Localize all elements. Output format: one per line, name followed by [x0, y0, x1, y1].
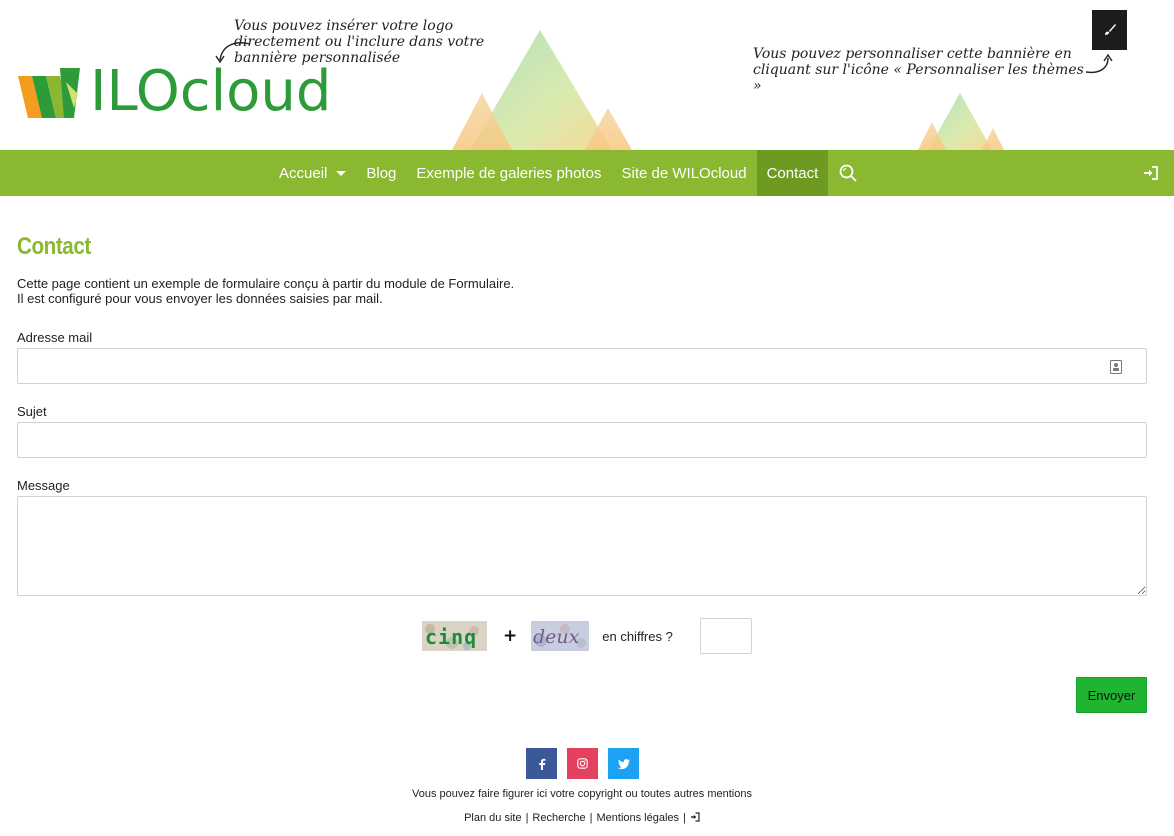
nav-item-site-wilocloud[interactable]: Site de WILOcloud — [612, 150, 757, 196]
footer-separator: | — [589, 812, 593, 824]
nav-item-label: Exemple de galeries photos — [416, 164, 602, 182]
captcha-word: cinq — [425, 625, 477, 649]
intro-line: Cette page contient un exemple de formul… — [17, 276, 515, 291]
nav-item-label: Contact — [766, 164, 819, 182]
captcha-plus: + — [503, 626, 518, 646]
captcha-word: deux — [533, 626, 580, 648]
intro-text: Cette page contient un exemple de formul… — [17, 276, 514, 306]
site-logo[interactable]: ILOcloud — [16, 62, 331, 122]
arrow-icon — [215, 42, 251, 64]
nav-item-contact[interactable]: Contact — [756, 150, 829, 196]
social-links — [526, 748, 639, 779]
captcha-image-1: cinq — [422, 621, 487, 651]
caret-down-icon — [336, 170, 347, 176]
logo-w-mark — [18, 68, 80, 118]
intro-line: Il est configuré pour vous envoyer les d… — [17, 291, 383, 306]
instagram-button[interactable] — [567, 748, 598, 779]
logo-text: ILOcloud — [90, 59, 332, 124]
footer-links: Plan du site | Recherche | Mentions légales | — [0, 812, 1164, 824]
footer-link-recherche[interactable]: Recherche — [532, 812, 585, 824]
twitter-button[interactable] — [608, 748, 639, 779]
nav-item-label: Accueil — [279, 164, 328, 182]
twitter-icon — [617, 758, 630, 769]
customize-themes-button[interactable] — [1092, 10, 1127, 50]
captcha-answer-input[interactable] — [700, 618, 752, 654]
nav-item-label: Blog — [366, 164, 397, 182]
nav-item-accueil[interactable]: Accueil — [269, 150, 356, 196]
main-navigation: Accueil Blog Exemple de galeries photos … — [0, 150, 1174, 196]
footer-separator: | — [525, 812, 529, 824]
captcha-image-2: deux — [531, 621, 590, 651]
page-title: Contact — [17, 233, 91, 260]
banner-hint-text: Vous pouvez personnaliser cette bannière… — [753, 46, 1084, 94]
captcha-question: en chiffres ? — [602, 628, 673, 644]
subject-field[interactable] — [17, 422, 1147, 458]
captcha: cinq + deux en chiffres ? — [422, 618, 673, 654]
footer-separator: | — [683, 812, 686, 824]
logo-hint-text: Vous pouvez insérer votre logo directeme… — [234, 18, 485, 66]
arrow-icon — [1085, 53, 1113, 74]
nav-search-button[interactable] — [828, 150, 868, 196]
sign-in-icon[interactable] — [1142, 164, 1160, 182]
header-banner: ILOcloud Vous pouvez insérer votre logo … — [0, 0, 1174, 150]
facebook-icon — [538, 758, 545, 770]
nav-item-label: Site de WILOcloud — [621, 164, 747, 182]
sign-in-icon[interactable] — [690, 812, 700, 822]
footer-link-plan-du-site[interactable]: Plan du site — [464, 812, 521, 824]
message-field[interactable] — [17, 496, 1147, 596]
nav-item-galeries[interactable]: Exemple de galeries photos — [406, 150, 611, 196]
facebook-button[interactable] — [526, 748, 557, 779]
search-icon — [839, 164, 857, 182]
submit-button[interactable]: Envoyer — [1076, 677, 1147, 713]
copyright-text: Vous pouvez faire figurer ici votre copy… — [412, 788, 752, 800]
footer-link-mentions-legales[interactable]: Mentions légales — [596, 812, 679, 824]
email-field[interactable] — [17, 348, 1147, 384]
subject-label: Sujet — [17, 404, 47, 419]
message-label: Message — [17, 478, 70, 493]
instagram-icon — [577, 758, 588, 769]
contact-card-icon[interactable] — [1110, 360, 1122, 374]
nav-item-blog[interactable]: Blog — [356, 150, 406, 196]
paintbrush-icon — [1104, 24, 1116, 35]
nav-menu: Accueil Blog Exemple de galeries photos … — [269, 150, 868, 196]
email-label: Adresse mail — [17, 330, 93, 345]
